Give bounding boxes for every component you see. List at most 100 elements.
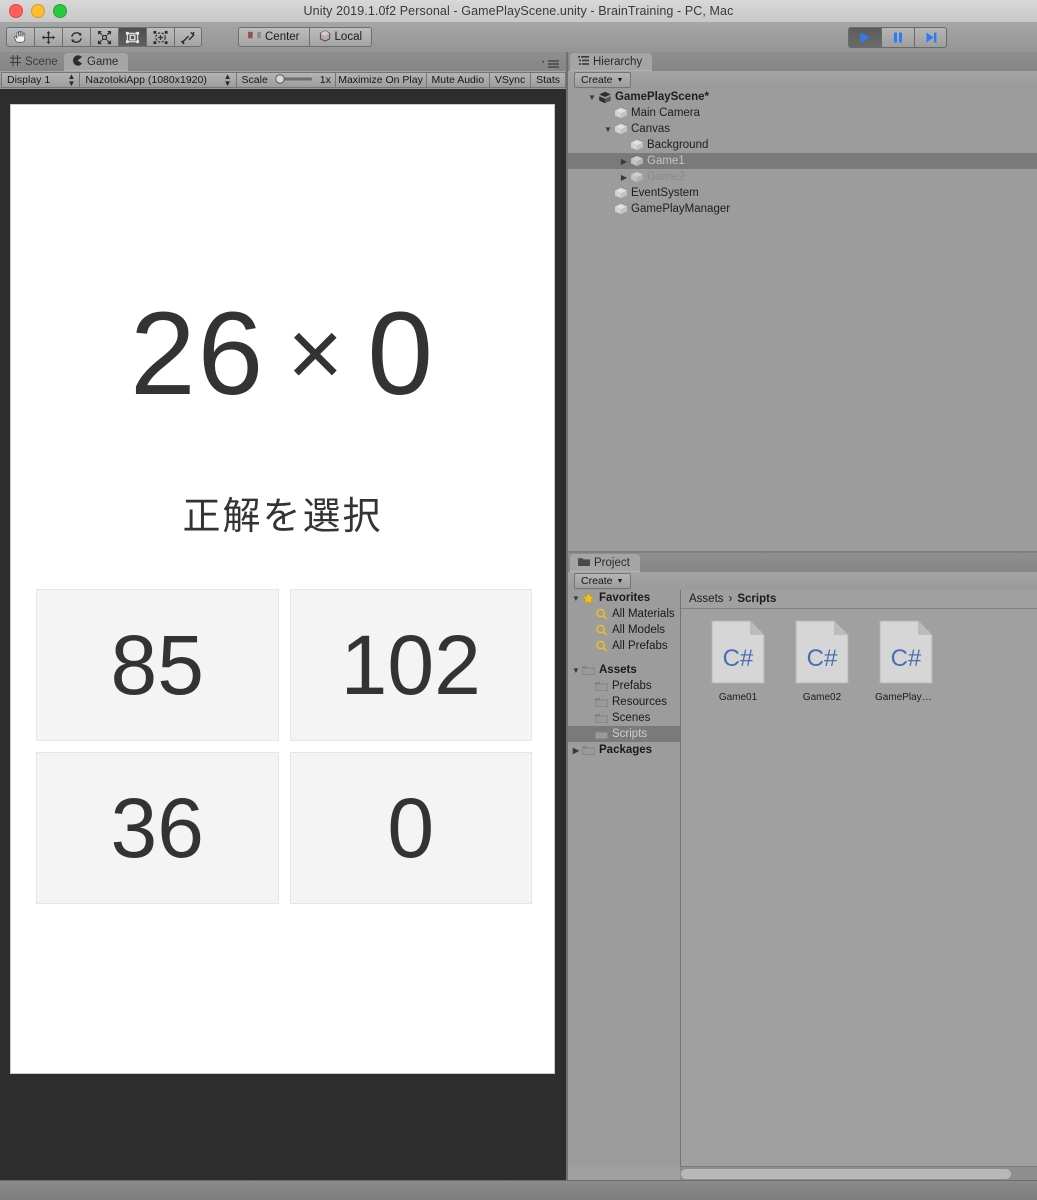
csharp-script-icon: C# (710, 620, 766, 688)
project-item-all-prefabs[interactable]: All Prefabs (568, 638, 680, 654)
chevron-right-icon[interactable]: ▶ (618, 173, 630, 182)
custom-tool[interactable] (174, 27, 202, 47)
scale-slider-group[interactable]: Scale 1x (235, 72, 336, 88)
chevron-right-icon[interactable]: ▶ (570, 746, 582, 755)
project-item-prefabs[interactable]: Prefabs (568, 678, 680, 694)
project-horizontal-scrollbar[interactable] (680, 1166, 1037, 1181)
pause-button[interactable] (881, 26, 914, 48)
answer-button-3[interactable]: 36 (36, 752, 279, 904)
folder-icon (582, 665, 595, 676)
project-create-button[interactable]: Create ▼ (574, 573, 632, 589)
stats-button[interactable]: Stats (530, 72, 566, 88)
hierarchy-item-label: Canvas (631, 123, 670, 135)
scene-grid-icon (10, 55, 21, 69)
project-item-assets[interactable]: ▼ Assets (568, 662, 680, 678)
asset-item[interactable]: C# Game02 (791, 620, 853, 703)
svg-text:C#: C# (891, 645, 922, 672)
gameobject-icon (614, 187, 628, 199)
project-item-all-models[interactable]: All Models (568, 622, 680, 638)
display-dropdown[interactable]: Display 1 ▲ ▼ (1, 72, 81, 88)
project-panel: Project Create ▼ ▼ Favorites All Materials… (568, 553, 1037, 1181)
hierarchy-list-icon (578, 55, 589, 69)
maximize-on-play-button[interactable]: Maximize On Play (334, 72, 427, 88)
project-create-label: Create (581, 575, 613, 587)
folder-icon (595, 697, 608, 708)
answer-button-2[interactable]: 102 (289, 589, 532, 741)
operator-symbol: × (287, 300, 346, 407)
rect-tool[interactable] (118, 27, 146, 47)
project-body: ▼ Favorites All Materials All Models All Pre… (568, 590, 1037, 1167)
project-item-packages[interactable]: ▶ Packages (568, 742, 680, 758)
game-view-toolbar: Display 1 ▲ ▼ NazotokiApp (1080x1920) ▲ ▼ … (0, 71, 566, 90)
breadcrumb-assets[interactable]: Assets (689, 593, 724, 605)
asset-item[interactable]: C# GamePlayMa... (875, 620, 937, 703)
hierarchy-item-label: GamePlayManager (631, 203, 731, 215)
hierarchy-tree[interactable]: ▼ GamePlayScene* Main Camera ▼ Canvas Backgro… (568, 89, 1037, 551)
tab-hierarchy[interactable]: Hierarchy (570, 53, 653, 71)
move-tool[interactable] (34, 27, 62, 47)
hierarchy-item-game1[interactable]: ▶ Game1 (568, 153, 1037, 169)
hierarchy-item-canvas[interactable]: ▼ Canvas (568, 121, 1037, 137)
hierarchy-item-gameplayscene[interactable]: ▼ GamePlayScene* (568, 89, 1037, 105)
project-item-label: Packages (599, 744, 653, 756)
play-button[interactable] (848, 26, 881, 48)
hierarchy-item-gameplaymanager[interactable]: GamePlayManager (568, 201, 1037, 217)
resolution-dropdown[interactable]: NazotokiApp (1080x1920) ▲ ▼ (79, 72, 237, 88)
answer-button-1[interactable]: 85 (36, 589, 279, 741)
svg-text:C#: C# (807, 645, 838, 672)
gameobject-icon (614, 203, 628, 215)
project-item-scripts[interactable]: Scripts (568, 726, 680, 742)
vsync-button[interactable]: VSync (489, 72, 532, 88)
panel-options-icon[interactable] (542, 56, 560, 74)
project-folder-icon (578, 557, 590, 570)
star-icon (582, 592, 595, 605)
tab-project[interactable]: Project (570, 554, 640, 572)
scale-slider[interactable] (273, 73, 315, 87)
scrollbar-thumb[interactable] (681, 1169, 1011, 1179)
chevron-down-icon[interactable]: ▼ (570, 594, 582, 603)
chevron-right-icon[interactable]: ▶ (618, 157, 630, 166)
hierarchy-item-background[interactable]: Background (568, 137, 1037, 153)
pivot-mode-button[interactable]: Center (238, 27, 309, 47)
answer-button-4[interactable]: 0 (289, 752, 532, 904)
mute-audio-button[interactable]: Mute Audio (425, 72, 491, 88)
hierarchy-panel: Hierarchy Create ▼ ▼ GamePlayScene* Main C… (568, 52, 1037, 551)
csharp-script-icon: C# (794, 620, 850, 688)
scale-label: Scale (241, 74, 268, 86)
project-item-spacer (568, 654, 680, 662)
project-item-resources[interactable]: Resources (568, 694, 680, 710)
folder-icon (595, 681, 608, 692)
folder-icon (582, 745, 595, 756)
tab-scene-label: Scene (25, 56, 58, 68)
project-item-label: Favorites (599, 592, 651, 604)
chevron-updown-icon: ▲ ▼ (67, 72, 76, 88)
rotate-tool[interactable] (62, 27, 90, 47)
tab-scene[interactable]: Scene (2, 53, 68, 71)
tab-project-label: Project (594, 557, 630, 569)
hierarchy-item-game2[interactable]: ▶ Game2 (568, 169, 1037, 185)
hierarchy-create-button[interactable]: Create ▼ (574, 72, 632, 88)
pivot-icon (248, 30, 261, 44)
gameobject-icon (630, 155, 644, 167)
scale-tool[interactable] (90, 27, 118, 47)
breadcrumb-scripts[interactable]: Scripts (737, 593, 776, 605)
step-button[interactable] (914, 26, 947, 48)
chevron-down-icon[interactable]: ▼ (570, 666, 582, 675)
project-item-all-materials[interactable]: All Materials (568, 606, 680, 622)
hierarchy-item-maincamera[interactable]: Main Camera (568, 105, 1037, 121)
instruction-text: 正解を選択 (182, 496, 383, 538)
chevron-down-icon[interactable]: ▼ (602, 125, 614, 134)
space-mode-button[interactable]: Local (308, 27, 373, 47)
tab-game[interactable]: Game (64, 53, 129, 71)
project-subbar: Create ▼ (568, 572, 1037, 591)
chevron-down-icon[interactable]: ▼ (586, 93, 598, 102)
project-item-scenes[interactable]: Scenes (568, 710, 680, 726)
hand-tool[interactable] (6, 27, 34, 47)
project-item-favorites[interactable]: ▼ Favorites (568, 590, 680, 606)
operand-left: 26 (130, 288, 266, 420)
transform-tool[interactable] (146, 27, 174, 47)
hierarchy-item-eventsystem[interactable]: EventSystem (568, 185, 1037, 201)
hierarchy-item-label: Game2 (647, 171, 685, 183)
project-tree[interactable]: ▼ Favorites All Materials All Models All Pre… (568, 590, 681, 1167)
asset-item[interactable]: C# Game01 (707, 620, 769, 703)
